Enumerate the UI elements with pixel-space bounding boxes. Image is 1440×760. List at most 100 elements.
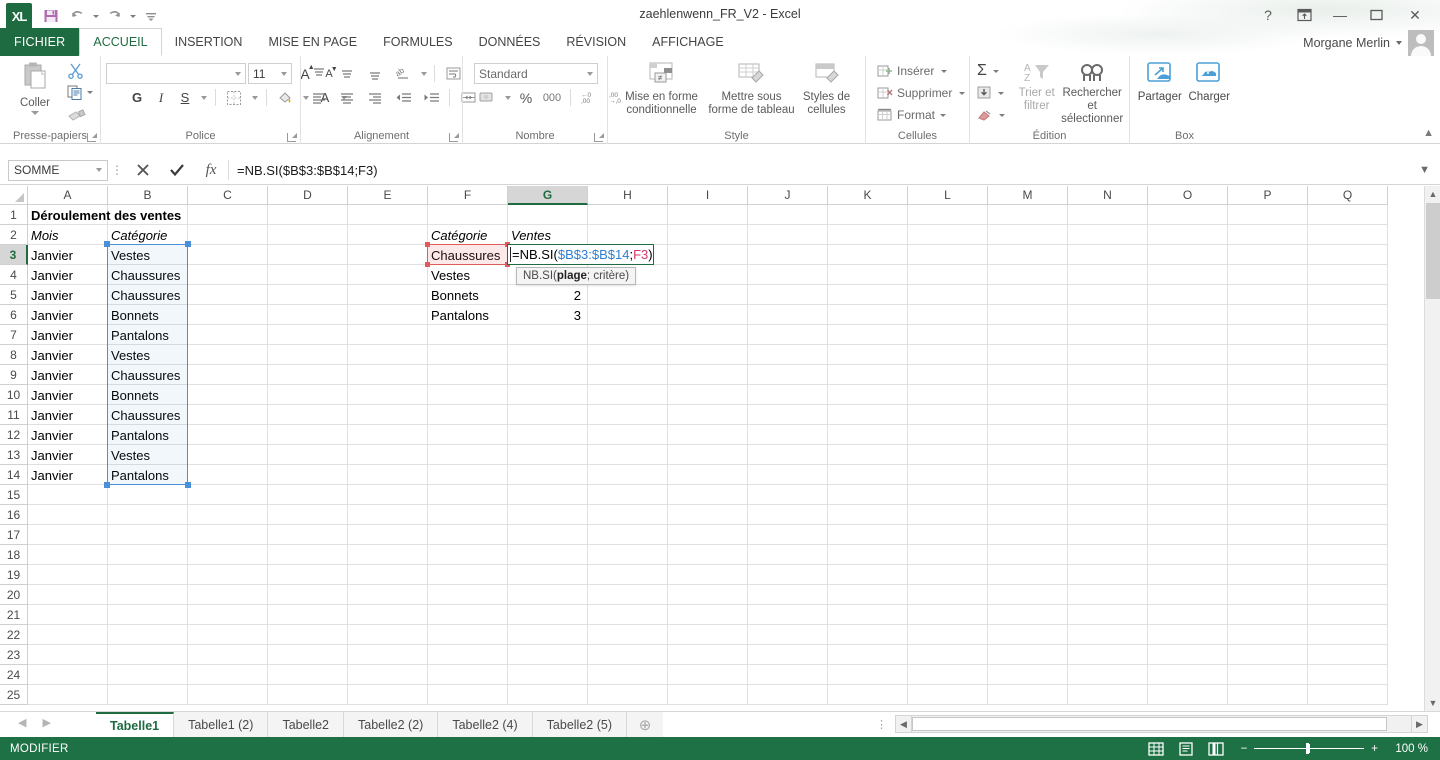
formula-range-highlight[interactable] [107,244,188,485]
sheet-tab-tabelle2-2[interactable]: Tabelle2 (2) [344,712,439,738]
add-sheet-icon[interactable]: ⊕ [627,712,663,738]
paste-button[interactable]: Coller [5,59,65,115]
conditional-formatting-button[interactable]: ≠ Mise en forme conditionnelle [616,59,708,117]
scroll-down-button[interactable]: ▼ [1425,695,1440,711]
borders-dropdown-icon[interactable] [249,87,261,108]
number-format-chevron-down-icon[interactable] [587,71,593,76]
close-button[interactable]: ✕ [1394,1,1436,29]
range-handle-1[interactable] [185,241,191,247]
horizontal-scrollbar-thumb[interactable] [912,717,1387,731]
cell-A5[interactable]: Janvier [28,285,108,305]
cell-F5[interactable]: Bonnets [428,285,508,305]
column-header-K[interactable]: K [828,186,908,205]
range-handle-3[interactable] [185,482,191,488]
bold-button[interactable]: G [126,87,148,108]
zoom-level-label[interactable]: 100 % [1388,743,1428,755]
vertical-scrollbar[interactable]: ▲ ▼ [1424,186,1440,711]
italic-button[interactable]: I [150,87,172,108]
column-header-D[interactable]: D [268,186,348,205]
collapse-ribbon-icon[interactable]: ▲ [1423,127,1434,139]
column-header-F[interactable]: F [428,186,508,205]
format-as-table-button[interactable]: Mettre sous forme de tableau [708,59,796,117]
cell-A10[interactable]: Janvier [28,385,108,405]
name-box[interactable]: SOMME [8,159,108,181]
column-header-L[interactable]: L [908,186,988,205]
sort-filter-button[interactable]: AZ Trier et filtrer [1013,59,1060,113]
insert-dropdown-icon[interactable] [941,69,948,73]
column-header-G[interactable]: G [508,186,588,205]
decrease-indent-icon[interactable] [390,87,416,108]
cell-A11[interactable]: Janvier [28,405,108,425]
insert-cells-button[interactable]: Insérer [875,61,967,81]
tab-mise-en-page[interactable]: MISE EN PAGE [255,28,370,56]
name-box-chevron-down-icon[interactable] [96,168,102,172]
cell-F2[interactable]: Catégorie [428,225,508,245]
copy-dropdown-icon[interactable] [87,90,93,94]
font-name-input[interactable] [106,63,246,84]
row-header-17[interactable]: 17 [0,525,28,545]
row-header-14[interactable]: 14 [0,465,28,485]
autosum-button[interactable]: Σ [975,61,1007,81]
row-header-12[interactable]: 12 [0,425,28,445]
criterion-cell-highlight[interactable] [427,244,508,265]
font-size-chevron-down-icon[interactable] [281,71,287,76]
insert-function-icon[interactable]: fx [194,159,228,181]
cell-F4[interactable]: Vestes [428,265,508,285]
cell-A8[interactable]: Janvier [28,345,108,365]
column-header-J[interactable]: J [748,186,828,205]
autosum-dropdown-icon[interactable] [992,69,999,73]
currency-dropdown-icon[interactable] [502,87,513,108]
select-all-corner[interactable] [0,186,28,205]
cell-A9[interactable]: Janvier [28,365,108,385]
cell-F6[interactable]: Pantalons [428,305,508,325]
clear-button[interactable] [975,105,1007,125]
row-header-19[interactable]: 19 [0,565,28,585]
row-header-21[interactable]: 21 [0,605,28,625]
cell-A2[interactable]: Mois [28,225,108,245]
align-middle-icon[interactable] [334,63,360,84]
row-header-7[interactable]: 7 [0,325,28,345]
align-right-icon[interactable] [362,87,388,108]
orientation-dropdown-icon[interactable] [418,63,429,84]
zoom-in-button[interactable]: + [1371,743,1378,755]
number-dialog-launcher[interactable] [594,133,604,142]
ribbon-display-options-icon[interactable] [1286,1,1322,29]
column-header-P[interactable]: P [1228,186,1308,205]
column-header-O[interactable]: O [1148,186,1228,205]
orientation-icon[interactable]: ab [390,63,416,84]
cell-G2[interactable]: Ventes [508,225,588,245]
cell-A13[interactable]: Janvier [28,445,108,465]
cell-A1[interactable]: Déroulement des ventes [28,205,228,225]
font-name-chevron-down-icon[interactable] [235,71,241,76]
range-handle-0[interactable] [104,241,110,247]
format-painter-button[interactable] [65,104,95,124]
row-header-13[interactable]: 13 [0,445,28,465]
scroll-up-button[interactable]: ▲ [1425,186,1440,202]
zoom-out-button[interactable]: − [1241,743,1248,755]
fill-button[interactable] [975,83,1007,103]
row-header-9[interactable]: 9 [0,365,28,385]
row-header-3[interactable]: 3 [0,245,28,265]
row-header-16[interactable]: 16 [0,505,28,525]
row-header-4[interactable]: 4 [0,265,28,285]
find-select-button[interactable]: Rechercher et sélectionner [1060,59,1124,126]
tab-revision[interactable]: RÉVISION [553,28,639,56]
help-icon[interactable]: ? [1250,1,1286,29]
number-format-select[interactable]: Standard [474,63,598,84]
copy-button[interactable] [65,82,95,102]
range-handle-2[interactable] [104,482,110,488]
underline-button[interactable]: S [174,87,196,108]
row-header-1[interactable]: 1 [0,205,28,225]
cell-area[interactable]: Déroulement des ventes Mois Catégorie Janvi… [28,205,1388,705]
clipboard-dialog-launcher[interactable] [87,133,97,142]
minimize-button[interactable]: — [1322,1,1358,29]
row-header-20[interactable]: 20 [0,585,28,605]
tab-insertion[interactable]: INSERTION [162,28,256,56]
cell-G6[interactable]: 3 [508,305,588,325]
column-header-H[interactable]: H [588,186,668,205]
expand-formula-bar-icon[interactable]: ▼ [1419,164,1430,176]
column-header-A[interactable]: A [28,186,108,205]
row-header-8[interactable]: 8 [0,345,28,365]
scroll-right-button[interactable]: ▶ [1411,716,1427,732]
format-dropdown-icon[interactable] [940,113,947,117]
